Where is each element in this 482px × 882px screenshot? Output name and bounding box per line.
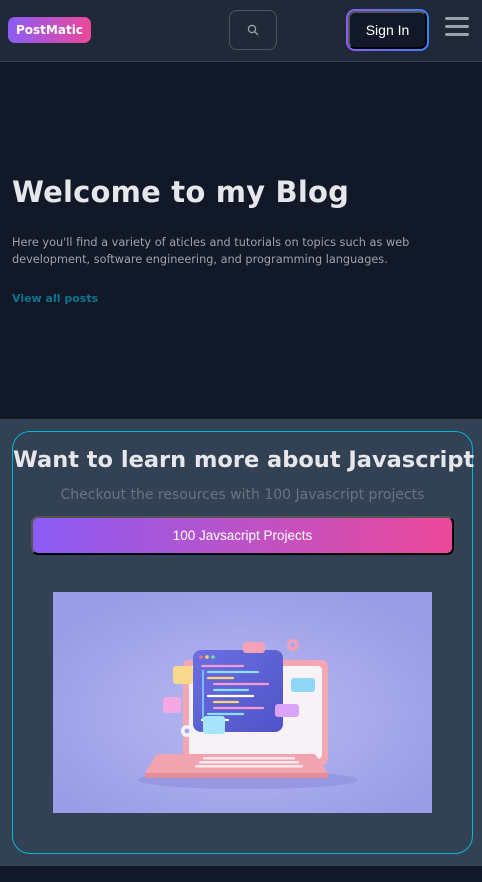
view-all-posts-link[interactable]: View all posts xyxy=(12,292,98,305)
hero-section: Welcome to my Blog Here you'll find a va… xyxy=(0,63,482,419)
search-button[interactable] xyxy=(229,10,277,50)
promo-subtitle: Checkout the resources with 100 Javascri… xyxy=(60,487,425,503)
promo-title: Want to learn more about Javascript xyxy=(13,447,475,473)
sign-in-button[interactable]: Sign In xyxy=(348,11,427,49)
footer-strip xyxy=(0,866,482,882)
hero-title: Welcome to my Blog xyxy=(12,175,350,209)
hero-description: Here you'll find a variety of aticles an… xyxy=(12,236,410,266)
navbar: PostMatic Sign In xyxy=(0,0,482,62)
hamburger-menu-icon[interactable] xyxy=(445,17,469,41)
laptop-code-illustration xyxy=(53,592,432,813)
search-icon xyxy=(247,24,259,36)
logo[interactable]: PostMatic xyxy=(8,17,91,43)
promo-card: Want to learn more about Javascript Chec… xyxy=(12,431,475,854)
javascript-projects-button[interactable]: 100 Javsacript Projects xyxy=(31,516,454,555)
sign-in-button-border: Sign In xyxy=(346,9,429,51)
promo-section: Want to learn more about Javascript Chec… xyxy=(0,419,482,866)
